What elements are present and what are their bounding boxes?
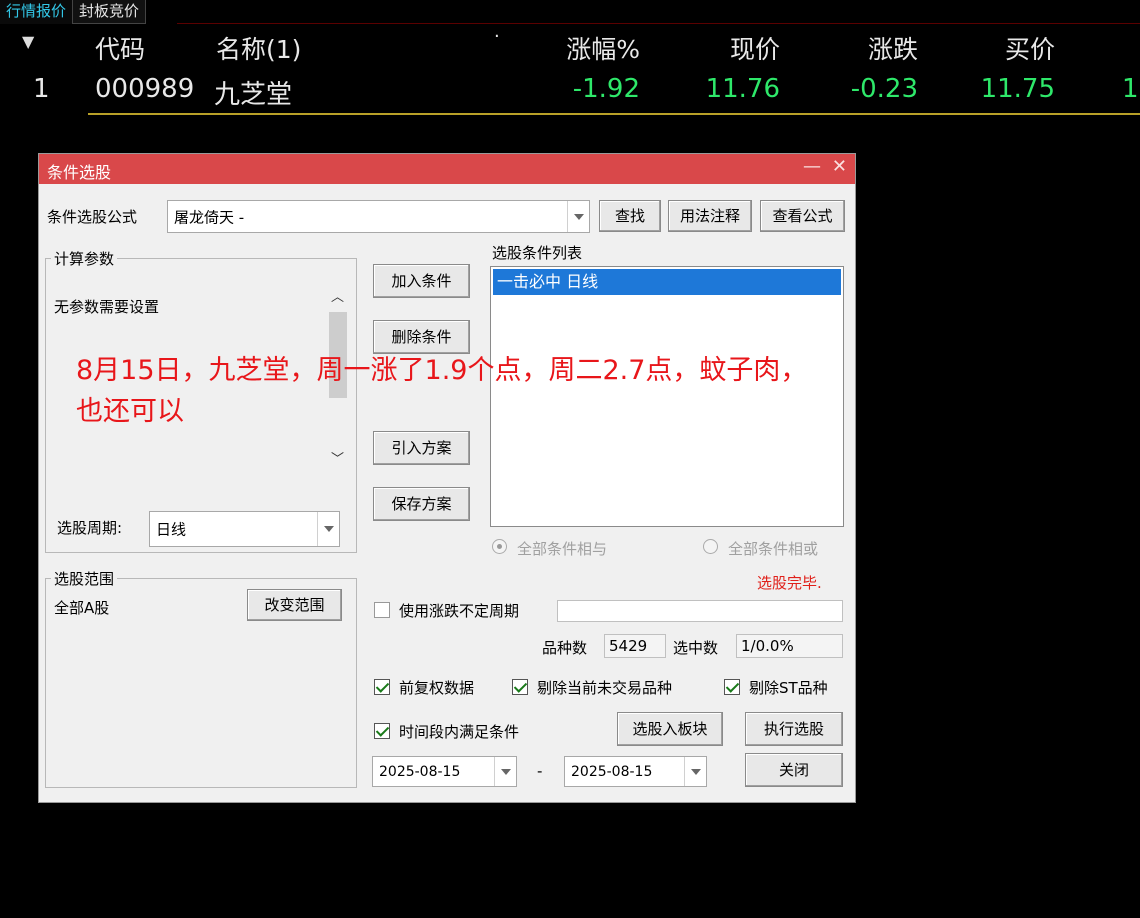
- chevron-down-icon[interactable]: [567, 201, 589, 232]
- exclude-st-checkbox[interactable]: [724, 679, 740, 695]
- close-button[interactable]: 关闭: [745, 753, 843, 787]
- condition-list-label: 选股条件列表: [492, 244, 583, 262]
- chevron-down-icon[interactable]: [494, 757, 516, 786]
- annotation-line-2: 也还可以: [76, 396, 184, 427]
- table-row[interactable]: 1 000989 九芝堂 -1.92 11.76 -0.23 11.75 1: [0, 74, 1140, 110]
- count-label: 品种数: [542, 639, 588, 657]
- time-range-checkbox[interactable]: [374, 723, 390, 739]
- row-bid: 11.75: [980, 74, 1055, 104]
- radio-or[interactable]: [703, 539, 718, 554]
- date-to-picker[interactable]: 2025-08-15: [564, 756, 707, 787]
- status-text: 选股完毕.: [757, 574, 822, 592]
- dialog-title: 条件选股: [47, 163, 112, 182]
- import-plan-button[interactable]: 引入方案: [373, 431, 470, 465]
- row-name: 九芝堂: [214, 80, 293, 110]
- sort-down-icon[interactable]: ▼: [22, 32, 34, 51]
- view-formula-button[interactable]: 查看公式: [760, 200, 845, 232]
- tab-quotes[interactable]: 行情报价: [0, 0, 74, 24]
- col-change-pct-header[interactable]: 涨幅%: [540, 30, 640, 66]
- change-range-button[interactable]: 改变范围: [247, 589, 342, 621]
- use-period-label: 使用涨跌不定周期: [399, 602, 520, 620]
- minimize-icon[interactable]: —: [803, 156, 821, 177]
- period-label: 选股周期:: [57, 519, 123, 537]
- selected-label: 选中数: [673, 639, 719, 657]
- col-change-header[interactable]: 涨跌: [818, 30, 918, 66]
- date-from-value: 2025-08-15: [379, 763, 461, 780]
- annotation-line-1: 8月15日，九芝堂，周一涨了1.9个点，周二2.7点，蚊子肉，: [76, 355, 808, 386]
- col-bid-header[interactable]: 买价: [955, 30, 1055, 66]
- count-value: 5429: [604, 634, 666, 658]
- find-button[interactable]: 查找: [599, 200, 661, 232]
- time-range-label: 时间段内满足条件: [399, 723, 520, 741]
- delete-condition-button[interactable]: 删除条件: [373, 320, 470, 354]
- chevron-down-icon[interactable]: ﹀: [331, 448, 344, 467]
- radio-or-label: 全部条件相或: [728, 540, 819, 558]
- chevron-down-icon[interactable]: [317, 512, 339, 546]
- row-change-pct: -1.92: [572, 74, 640, 104]
- chevron-up-icon[interactable]: ︿: [331, 286, 344, 305]
- radio-and[interactable]: [492, 539, 507, 554]
- col-price-header[interactable]: 现价: [680, 30, 780, 66]
- formula-value: 屠龙倚天 -: [174, 208, 245, 226]
- row-change: -0.23: [850, 74, 918, 104]
- close-icon[interactable]: ✕: [832, 156, 847, 177]
- use-period-input[interactable]: [557, 600, 843, 622]
- params-text: 无参数需要设置: [54, 298, 160, 316]
- selected-value: 1/0.0%: [736, 634, 843, 658]
- dialog-titlebar[interactable]: 条件选股 — ✕: [39, 154, 855, 184]
- date-from-picker[interactable]: 2025-08-15: [372, 756, 517, 787]
- prior-adjust-label: 前复权数据: [399, 679, 475, 697]
- use-period-checkbox[interactable]: [374, 602, 390, 618]
- col-name-header[interactable]: 名称(1): [216, 30, 301, 66]
- to-block-button[interactable]: 选股入板块: [617, 712, 723, 746]
- col-dot-header: ·: [494, 26, 500, 47]
- row-code: 000989: [95, 74, 195, 104]
- row-price: 11.76: [705, 74, 780, 104]
- usage-notes-button[interactable]: 用法注释: [668, 200, 752, 232]
- condition-screener-dialog: 条件选股 — ✕ 条件选股公式 屠龙倚天 - 查找 用法注释 查看公式 计算参数…: [38, 153, 856, 803]
- execute-screen-button[interactable]: 执行选股: [745, 712, 843, 746]
- list-item[interactable]: 一击必中 日线: [493, 269, 841, 295]
- radio-and-label: 全部条件相与: [517, 540, 608, 558]
- date-separator: -: [537, 762, 543, 780]
- tab-limit-auction[interactable]: 封板竞价: [73, 0, 147, 24]
- chevron-down-icon[interactable]: [684, 757, 706, 786]
- quote-header: ▼ 代码 名称(1) · 涨幅% 现价 涨跌 买价: [0, 26, 1140, 66]
- exclude-suspended-checkbox[interactable]: [512, 679, 528, 695]
- row-next-col: 1: [1122, 74, 1139, 104]
- exclude-st-label: 剔除ST品种: [749, 679, 828, 697]
- range-value: 全部A股: [54, 599, 110, 617]
- row-index: 1: [33, 74, 50, 104]
- range-group-label: 选股范围: [51, 568, 118, 589]
- formula-combo[interactable]: 屠龙倚天 -: [167, 200, 590, 233]
- tab-divider: [177, 23, 1140, 24]
- col-code-header[interactable]: 代码: [95, 30, 145, 66]
- add-condition-button[interactable]: 加入条件: [373, 264, 470, 298]
- top-tabs: 行情报价 封板竞价: [0, 0, 147, 24]
- exclude-suspended-label: 剔除当前未交易品种: [537, 679, 673, 697]
- formula-label: 条件选股公式: [47, 208, 138, 226]
- period-value: 日线: [156, 520, 187, 539]
- period-combo[interactable]: 日线: [149, 511, 340, 547]
- save-plan-button[interactable]: 保存方案: [373, 487, 470, 521]
- annotation-text: 8月15日，九芝堂，周一涨了1.9个点，周二2.7点，蚊子肉， 也还可以: [76, 350, 807, 432]
- params-group-label: 计算参数: [51, 248, 118, 269]
- row-selection-underline: [88, 113, 1140, 115]
- date-to-value: 2025-08-15: [571, 763, 653, 780]
- prior-adjust-checkbox[interactable]: [374, 679, 390, 695]
